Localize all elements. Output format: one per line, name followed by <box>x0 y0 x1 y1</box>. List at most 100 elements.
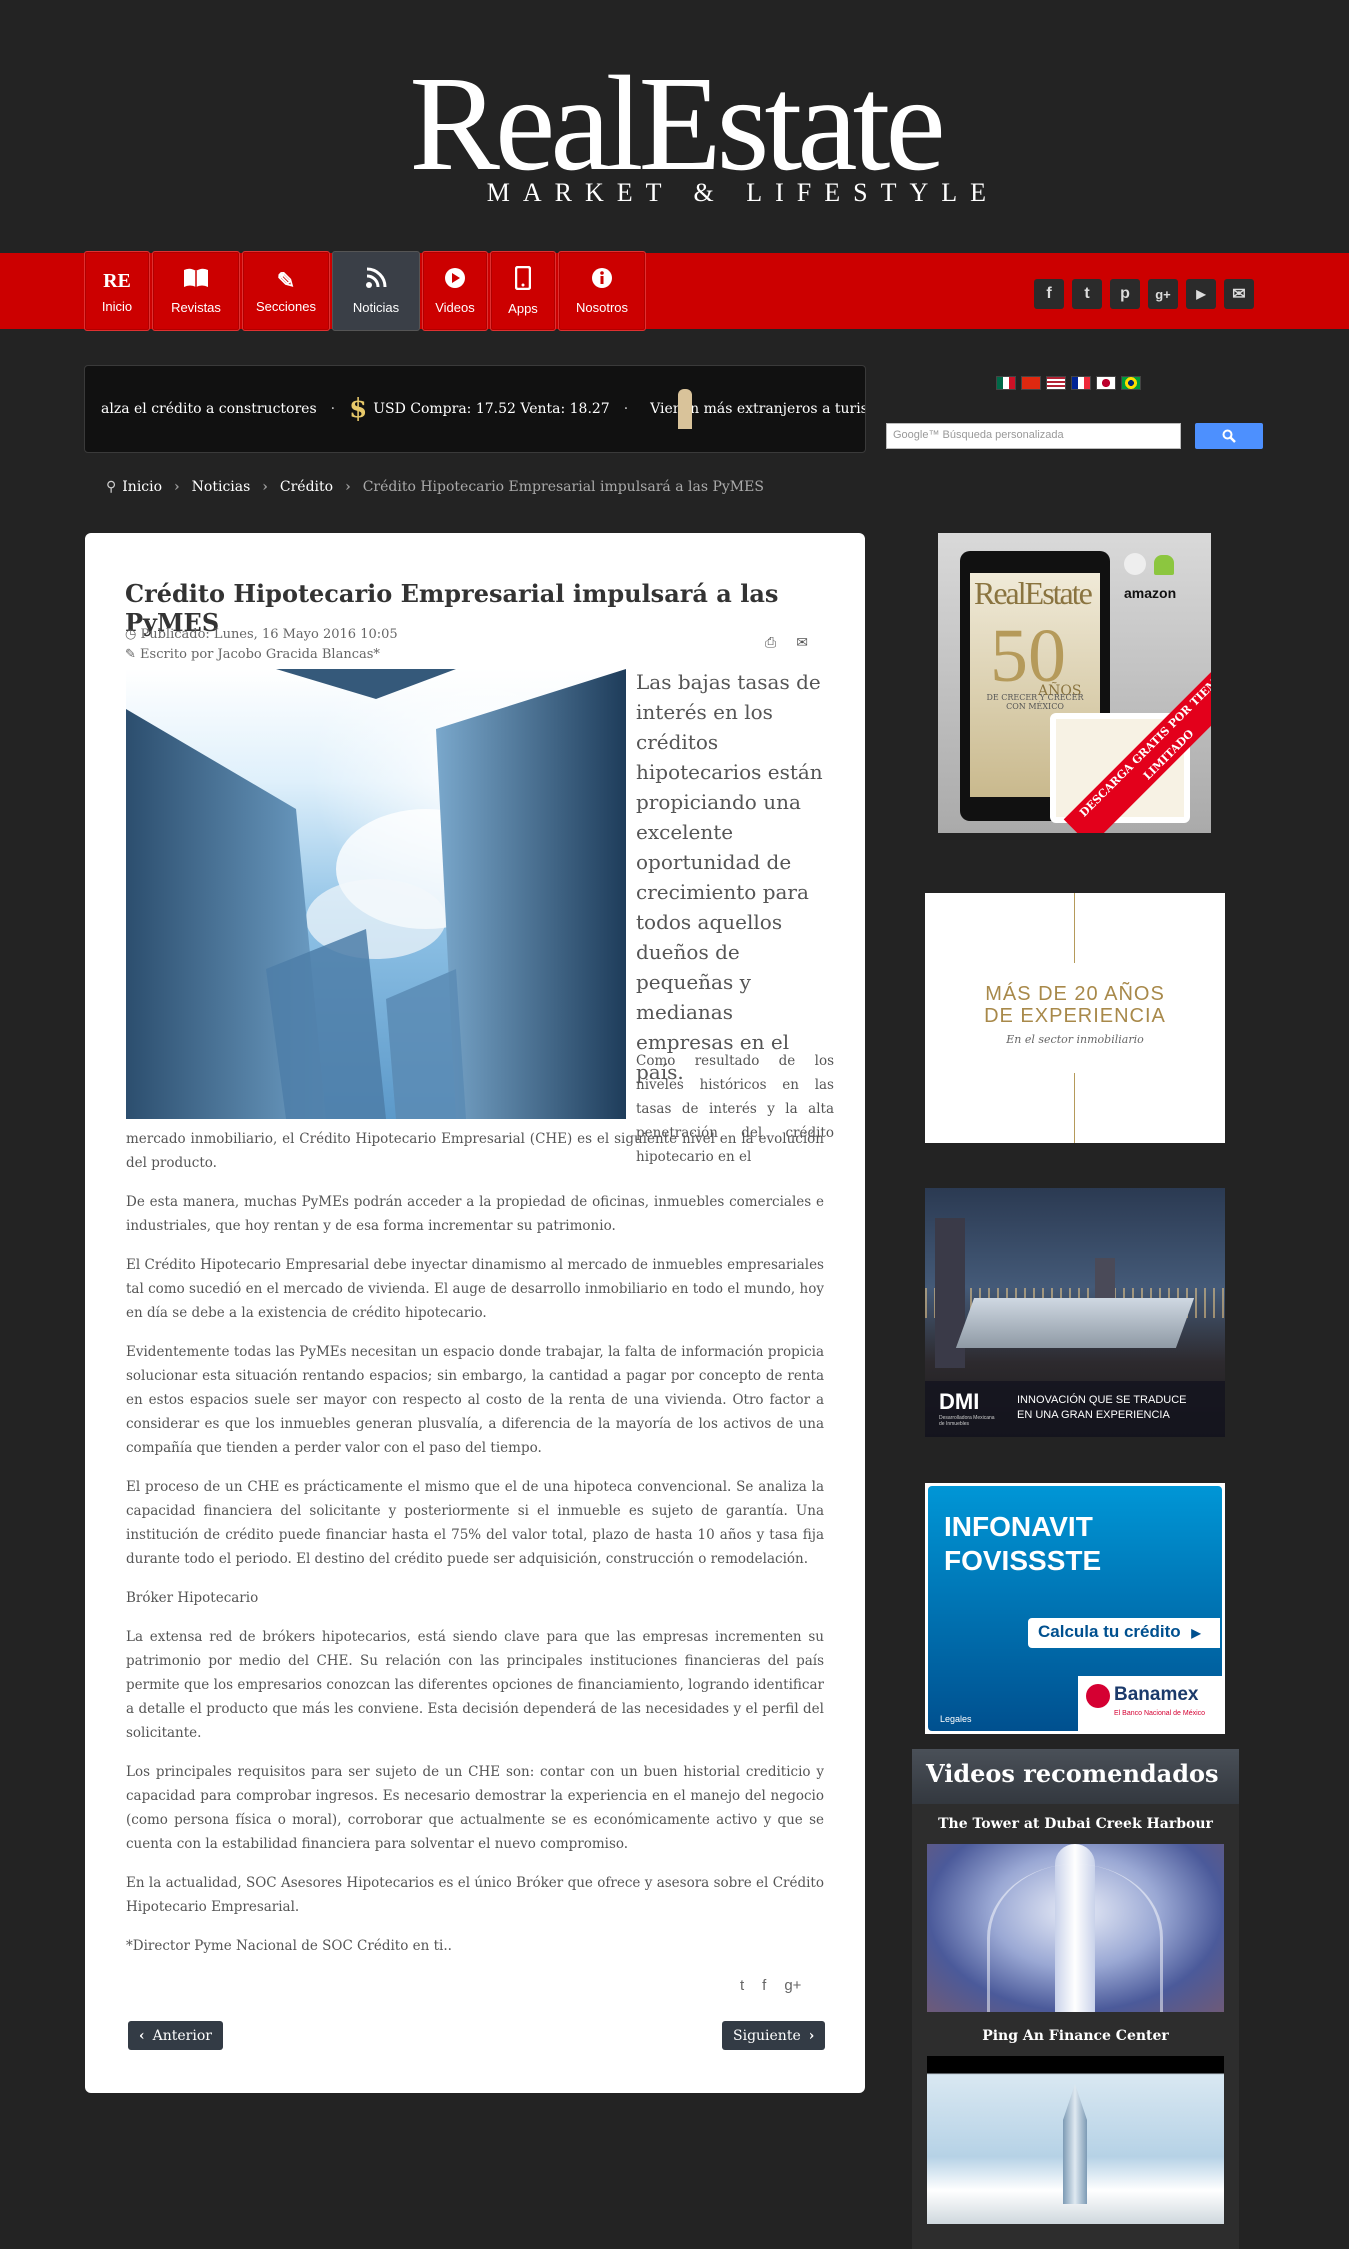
ad-line-2: FOVISSSTE <box>944 1545 1102 1576</box>
cta-label: Calcula tu crédito <box>1038 1622 1181 1641</box>
ad-headline: INFONAVIT FOVISSSTE <box>944 1510 1101 1578</box>
article-paragraph: En la actualidad, SOC Asesores Hipotecar… <box>126 1875 824 1915</box>
search-input[interactable]: Google™ Búsqueda personalizada <box>886 423 1181 449</box>
nav-item-noticias[interactable]: Noticias <box>332 251 420 331</box>
flag-brazil-icon[interactable] <box>1121 376 1141 390</box>
mobile-icon <box>514 265 532 295</box>
dollar-icon: $ <box>349 394 368 424</box>
divider-line <box>1074 1073 1075 1143</box>
facebook-icon[interactable]: f <box>762 1977 766 1994</box>
main-nav: RE Inicio Revistas ✎ Secciones Noticias … <box>84 251 646 331</box>
breadcrumb-noticias[interactable]: Noticias <box>192 479 251 495</box>
tower-cable <box>987 1864 1163 2012</box>
nav-item-videos[interactable]: Videos <box>422 251 488 331</box>
flag-france-icon[interactable] <box>1071 376 1091 390</box>
article-paragraph: El Crédito Hipotecario Empresarial debe … <box>126 1257 824 1321</box>
info-icon <box>591 267 613 294</box>
play-icon <box>444 267 466 294</box>
nav-item-nosotros[interactable]: Nosotros <box>558 251 646 331</box>
chevron-right-icon: › <box>262 479 268 495</box>
social-links: f t p g+ ▶ ✉ <box>1034 279 1254 309</box>
flag-china-icon[interactable] <box>1021 376 1041 390</box>
ad-experience[interactable]: MÁS DE 20 AÑOS DE EXPERIENCIA En el sect… <box>925 893 1225 1143</box>
twitter-icon[interactable]: t <box>740 1977 744 1994</box>
recommended-videos: Videos recomendados The Tower at Dubai C… <box>912 1749 1239 2249</box>
video-title[interactable]: The Tower at Dubai Creek Harbour <box>912 1816 1239 1832</box>
mail-icon[interactable]: ✉ <box>1224 279 1254 309</box>
arrow-right-icon: ▶ <box>1191 1626 1201 1640</box>
ticker-item[interactable]: alza el crédito a constructores <box>85 401 325 417</box>
breadcrumb: ⚲ Inicio › Noticias › Crédito › Crédito … <box>106 479 764 495</box>
article-paragraph: mercado inmobiliario, el Crédito Hipotec… <box>126 1131 824 1171</box>
share-links: t f g+ <box>740 1977 801 1994</box>
tower-shape <box>1063 2084 1087 2204</box>
publish-date: Publicado: Lunes, 16 Mayo 2016 10:05 <box>140 627 398 642</box>
article-lead: Las bajas tasas de interés en los crédit… <box>636 670 823 1084</box>
video-title[interactable]: Ping An Finance Center <box>912 2028 1239 2044</box>
article-paragraph: Evidentemente todas las PyMEs necesitan … <box>126 1344 824 1456</box>
googleplus-icon[interactable]: g+ <box>1148 279 1178 309</box>
search-button[interactable] <box>1195 423 1263 449</box>
dmi-logo-sub: Desarrolladora Mexicana de Inmuebles <box>939 1415 995 1427</box>
bank-box: Banamex El Banco Nacional de México <box>1078 1676 1222 1731</box>
book-icon <box>182 267 210 294</box>
article-paragraph: La extensa red de brókers hipotecarios, … <box>126 1629 824 1741</box>
ad-dmi[interactable]: DMI Desarrolladora Mexicana de Inmuebles… <box>925 1188 1225 1437</box>
breadcrumb-home[interactable]: Inicio <box>122 479 162 495</box>
ad-banamex[interactable]: INFONAVIT FOVISSSTE Calcula tu crédito ▶… <box>925 1483 1225 1734</box>
next-button[interactable]: Siguiente › <box>722 2021 826 2050</box>
flag-japan-icon[interactable] <box>1096 376 1116 390</box>
ticker-item[interactable]: Vienen más extranjeros a turiste <box>642 401 865 417</box>
email-icon[interactable]: ✉ <box>796 635 808 651</box>
nav-item-secciones[interactable]: ✎ Secciones <box>242 251 330 331</box>
legal-link[interactable]: Legales <box>940 1714 972 1724</box>
print-icon[interactable]: ⎙ <box>765 635 776 651</box>
youtube-icon[interactable]: ▶ <box>1186 279 1216 309</box>
breadcrumb-credito[interactable]: Crédito <box>280 479 333 495</box>
article-card: Crédito Hipotecario Empresarial impulsar… <box>85 533 865 2093</box>
nav-label: Videos <box>435 300 475 315</box>
article-tools: ⎙ ✉ <box>765 635 808 651</box>
article-meta: ◷ Publicado: Lunes, 16 Mayo 2016 10:05 ✎… <box>125 625 398 665</box>
googleplus-icon[interactable]: g+ <box>784 1977 801 1994</box>
previous-button[interactable]: ‹ Anterior <box>128 2021 223 2050</box>
nav-label: Apps <box>508 301 538 316</box>
article-paragraph: El proceso de un CHE es prácticamente el… <box>126 1479 824 1567</box>
facebook-icon[interactable]: f <box>1034 279 1064 309</box>
ad-line-1: MÁS DE 20 AÑOS <box>985 983 1165 1005</box>
site-logo[interactable]: RealEstate MARKET & LIFESTYLE <box>345 49 1005 222</box>
chevron-left-icon: ‹ <box>139 2027 145 2044</box>
videos-heading: Videos recomendados <box>912 1749 1239 1804</box>
ad-line-2: DE EXPERIENCIA <box>984 1005 1166 1027</box>
nav-label: Secciones <box>256 298 316 314</box>
article-paragraph: De esta manera, muchas PyMEs podrán acce… <box>126 1194 824 1234</box>
nav-item-inicio[interactable]: RE Inicio <box>84 251 150 331</box>
ticker-separator: · <box>330 401 336 417</box>
nav-label: Nosotros <box>575 300 629 315</box>
nav-item-apps[interactable]: Apps <box>490 251 556 331</box>
author: Escrito por Jacobo Gracida Blancas* <box>140 647 380 662</box>
article-body: mercado inmobiliario, el Crédito Hipotec… <box>126 1045 824 1973</box>
apple-icon <box>1124 553 1146 575</box>
search-icon <box>1222 429 1236 443</box>
ad-subline: En el sector inmobiliario <box>1006 1033 1144 1046</box>
video-thumbnail[interactable] <box>927 2056 1224 2224</box>
article-paragraph: Los principales requisitos para ser suje… <box>126 1764 824 1852</box>
android-icon <box>1154 555 1174 575</box>
ticker-separator: · <box>623 401 629 417</box>
flag-mexico-icon[interactable] <box>996 376 1016 390</box>
article-footnote: *Director Pyme Nacional de SOC Crédito e… <box>126 1938 452 1954</box>
calculate-credit-button[interactable]: Calcula tu crédito ▶ <box>1028 1618 1220 1648</box>
re-logo-icon: RE <box>103 269 131 292</box>
pinterest-icon[interactable]: p <box>1110 279 1140 309</box>
pencil-icon: ✎ <box>125 647 141 662</box>
logo-title: RealEstate <box>409 49 946 199</box>
video-thumbnail[interactable] <box>927 1844 1224 2012</box>
language-flags <box>996 376 1141 390</box>
flag-usa-icon[interactable] <box>1046 376 1066 390</box>
nav-item-revistas[interactable]: Revistas <box>152 251 240 331</box>
ad-magazine-download[interactable]: RealEstate 50 AÑOS DE CRECER Y CRECER CO… <box>938 533 1211 833</box>
twitter-icon[interactable]: t <box>1072 279 1102 309</box>
clock-icon: ◷ <box>125 627 141 642</box>
chevron-right-icon: › <box>808 2027 815 2044</box>
